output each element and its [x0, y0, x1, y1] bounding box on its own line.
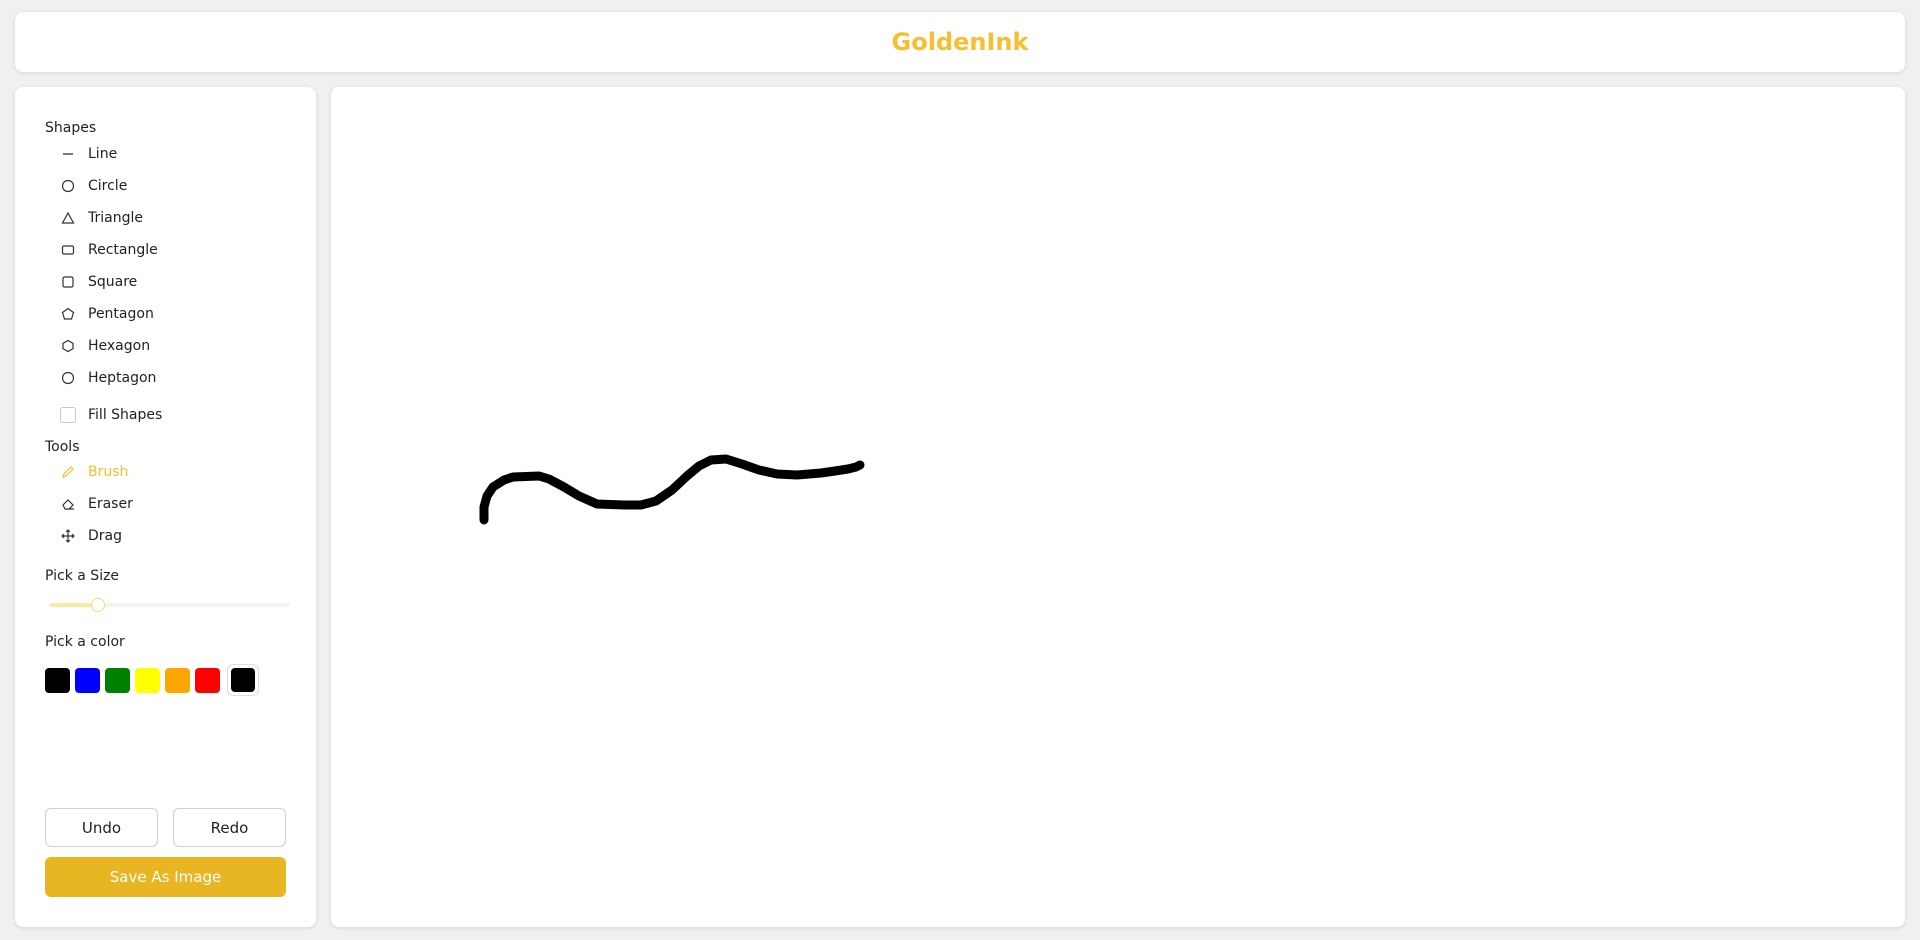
move-icon [60, 528, 76, 544]
undo-button[interactable]: Undo [45, 808, 158, 847]
color-swatch[interactable] [45, 667, 70, 693]
color-swatches [45, 664, 259, 696]
shape-rectangle[interactable]: Rectangle [60, 239, 158, 261]
shape-label: Triangle [88, 210, 143, 226]
pentagon-icon [60, 306, 76, 322]
brush-icon [60, 464, 76, 480]
color-swatch[interactable] [135, 667, 160, 693]
canvas-surface [479, 454, 865, 525]
current-color-swatch [231, 668, 255, 692]
shape-label: Line [88, 146, 118, 162]
triangle-icon [60, 210, 76, 226]
color-title: Pick a color [45, 634, 125, 650]
shape-label: Pentagon [88, 306, 154, 322]
size-title: Pick a Size [45, 568, 120, 584]
shape-pentagon[interactable]: Pentagon [60, 303, 154, 325]
tool-eraser[interactable]: Eraser [60, 493, 133, 515]
current-color-picker[interactable] [227, 664, 259, 696]
shape-circle[interactable]: Circle [60, 175, 127, 197]
shape-line[interactable]: Line [60, 143, 117, 165]
fill-shapes-toggle[interactable]: Fill Shapes [60, 404, 162, 426]
tool-label: Drag [88, 528, 123, 544]
color-swatch[interactable] [195, 667, 220, 693]
circle-icon [60, 178, 76, 194]
fill-shapes-checkbox[interactable] [60, 407, 76, 423]
tools-title: Tools [45, 439, 80, 455]
shape-heptagon[interactable]: Heptagon [60, 367, 156, 389]
hexagon-icon [60, 338, 76, 354]
slider-thumb[interactable] [91, 598, 105, 612]
square-icon [60, 274, 76, 290]
shape-label: Square [88, 274, 138, 290]
tool-brush[interactable]: Brush [60, 461, 128, 483]
line-icon [60, 146, 76, 162]
color-swatch[interactable] [165, 667, 190, 693]
eraser-icon [60, 496, 76, 512]
drawing-canvas[interactable] [331, 87, 1905, 927]
shapes-title: Shapes [45, 120, 97, 136]
shape-label: Heptagon [88, 370, 157, 386]
redo-button[interactable]: Redo [173, 808, 286, 847]
shape-label: Rectangle [88, 242, 158, 258]
shape-label: Circle [88, 178, 128, 194]
shape-square[interactable]: Square [60, 271, 137, 293]
fill-shapes-label: Fill Shapes [88, 407, 163, 423]
size-slider[interactable] [50, 596, 290, 614]
tool-label: Brush [88, 464, 129, 480]
tool-label: Eraser [88, 496, 133, 512]
heptagon-icon [60, 370, 76, 386]
tool-drag[interactable]: Drag [60, 525, 122, 547]
brush-stroke [479, 454, 865, 525]
shape-label: Hexagon [88, 338, 151, 354]
color-swatch[interactable] [75, 667, 100, 693]
sidebar: Shapes Line Circle Triangle Rectangle Sq… [15, 87, 316, 927]
app-title: GoldenInk [891, 28, 1029, 56]
save-as-image-button[interactable]: Save As Image [45, 857, 286, 897]
rectangle-icon [60, 242, 76, 258]
color-swatch[interactable] [105, 667, 130, 693]
shape-hexagon[interactable]: Hexagon [60, 335, 150, 357]
shape-triangle[interactable]: Triangle [60, 207, 143, 229]
app-header: GoldenInk [15, 12, 1905, 72]
